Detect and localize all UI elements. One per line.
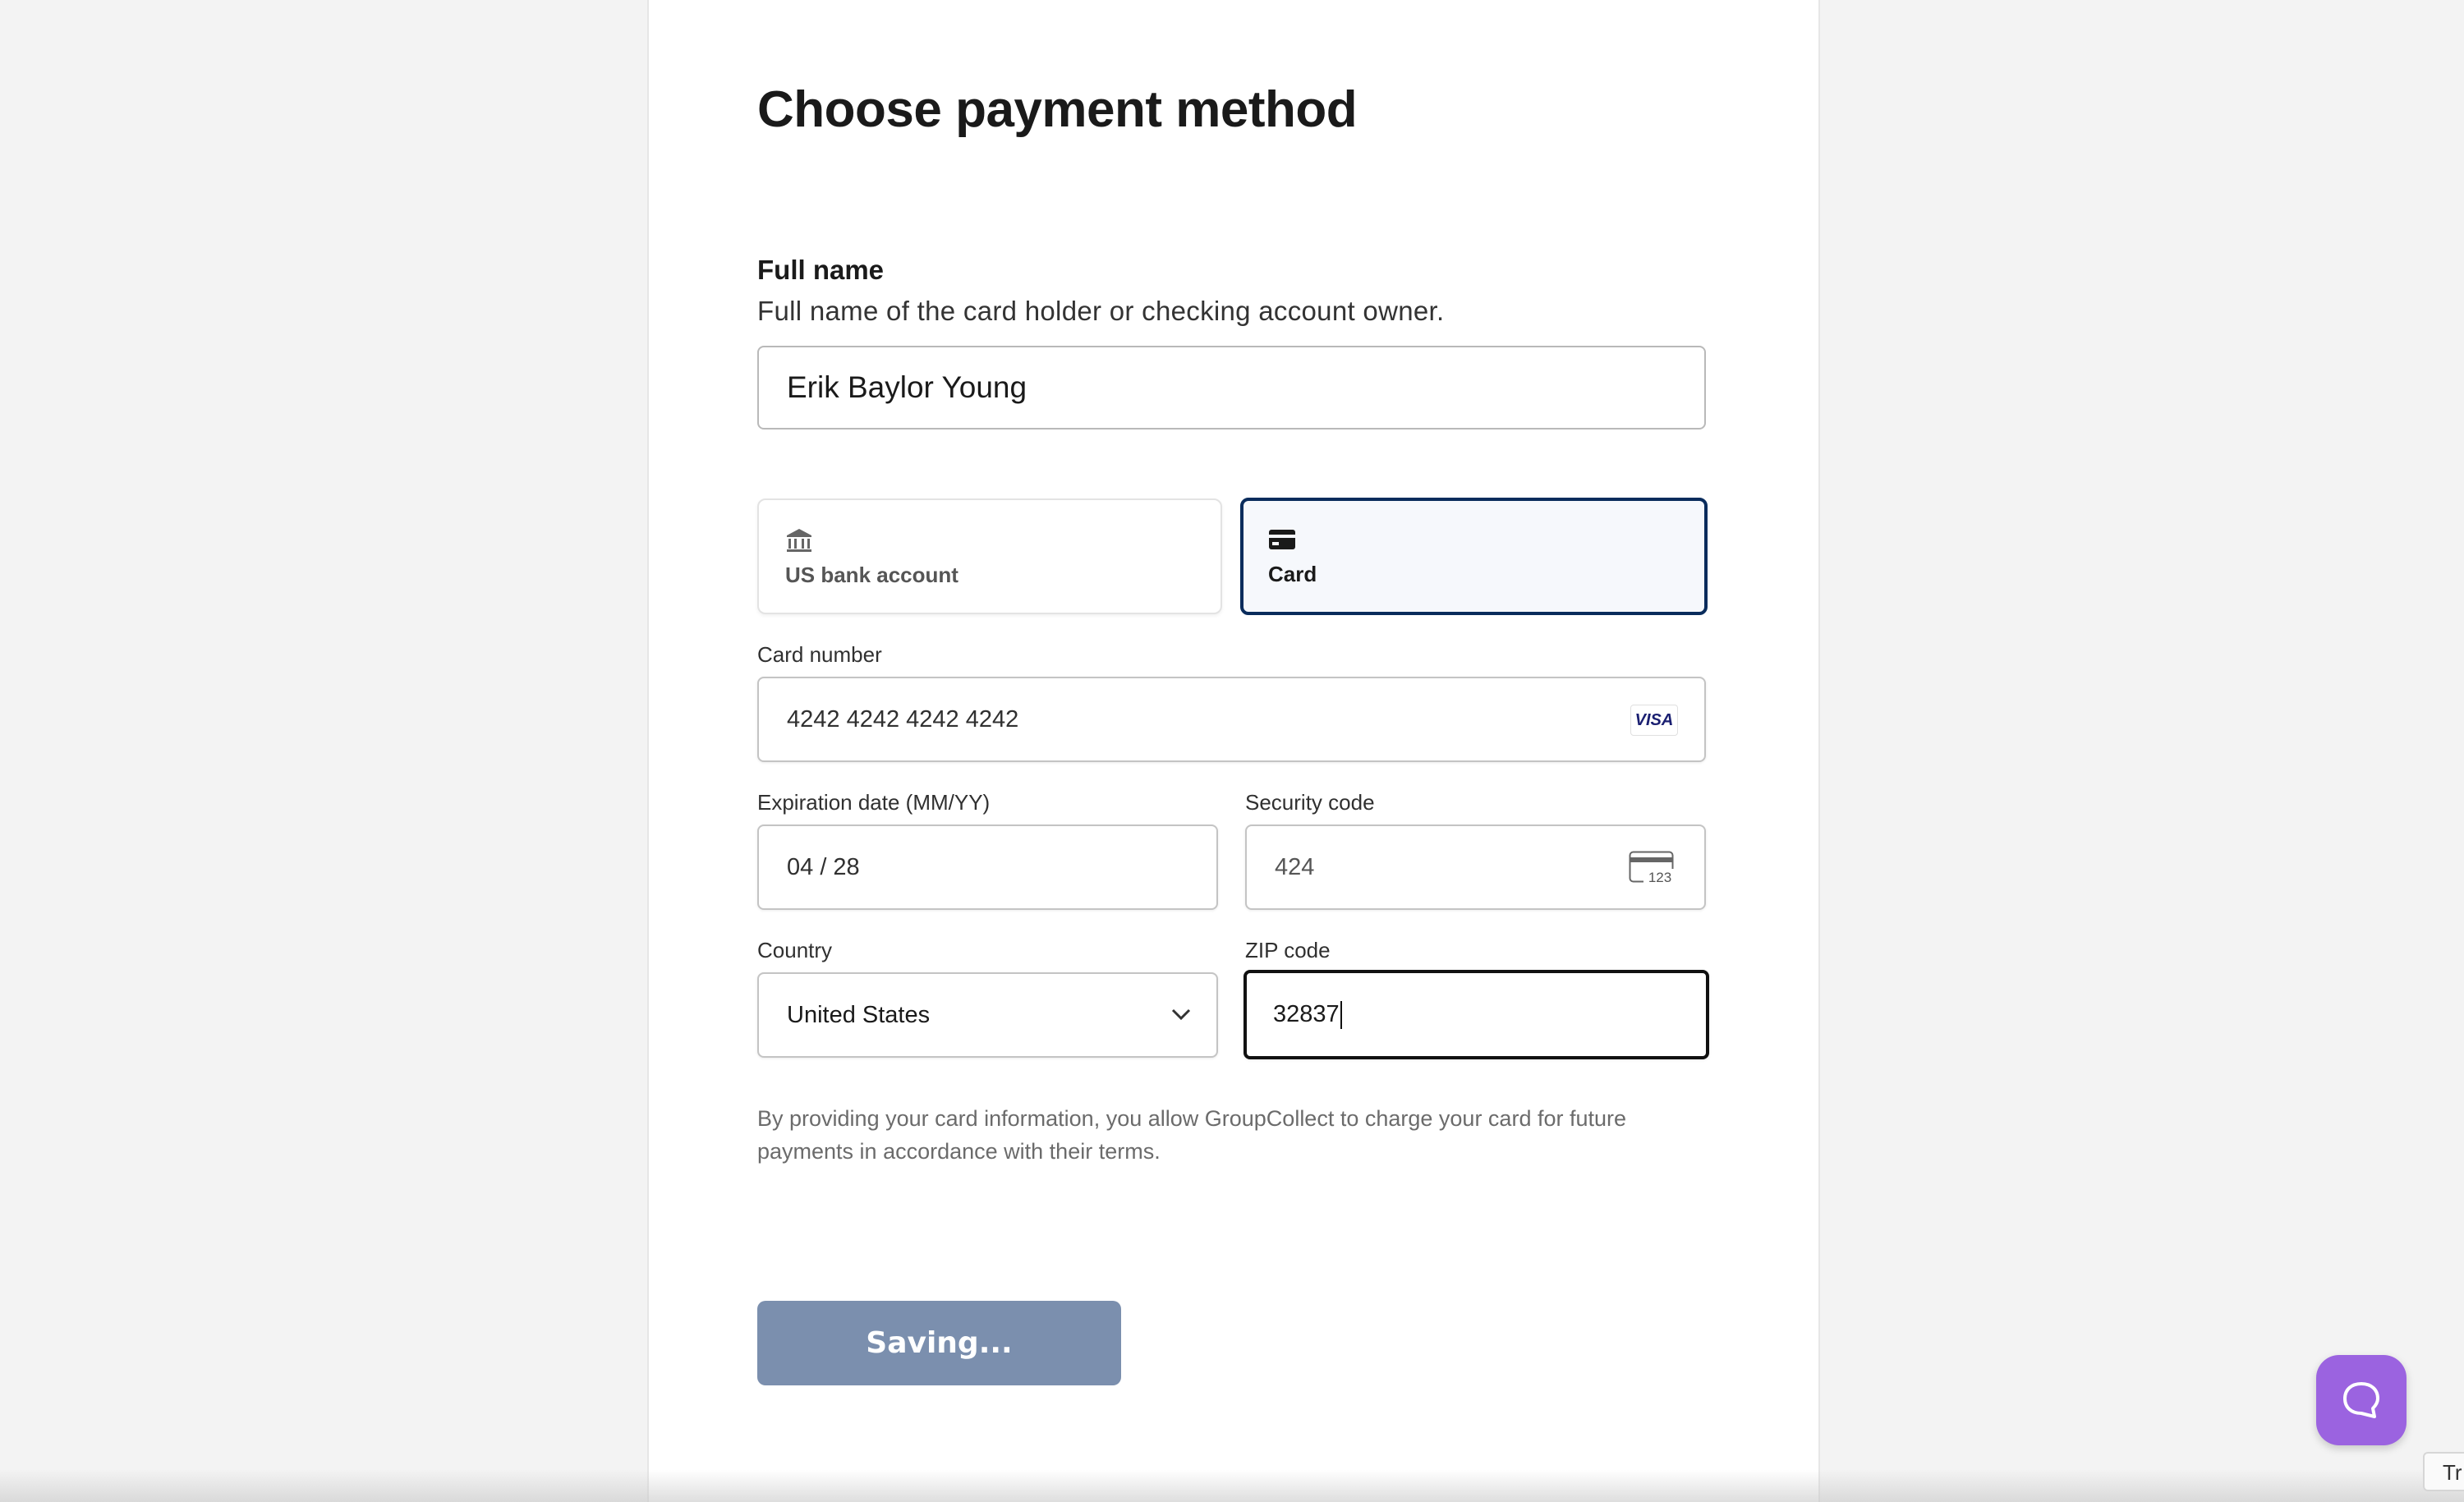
cvc-card-icon: 123 — [1629, 851, 1676, 885]
full-name-input[interactable]: Erik Baylor Young — [757, 346, 1706, 429]
zip-input[interactable]: 32837 — [1243, 970, 1709, 1059]
country-label: Country — [757, 938, 833, 962]
security-code-input[interactable]: 424 123 — [1245, 824, 1706, 910]
tab-us-bank-account[interactable]: US bank account — [757, 498, 1222, 614]
zip-value: 32837 — [1273, 1001, 1340, 1027]
expiry-value: 04 / 28 — [787, 853, 860, 880]
full-name-label: Full name — [757, 255, 885, 285]
country-value: United States — [787, 1001, 931, 1028]
country-select[interactable]: United States — [757, 972, 1218, 1058]
help-chat-button[interactable] — [2316, 1355, 2407, 1445]
chevron-down-icon — [1171, 1008, 1191, 1021]
card-number-value: 4242 4242 4242 4242 — [787, 705, 1019, 733]
security-code-value: 424 — [1275, 853, 1315, 880]
tab-card-label: Card — [1268, 562, 1317, 586]
credit-card-icon — [1269, 530, 1295, 549]
tab-us-bank-account-label: US bank account — [785, 563, 958, 587]
page-title: Choose payment method — [757, 81, 1358, 138]
chat-bubble-icon — [2343, 1382, 2379, 1418]
tab-card[interactable]: Card — [1240, 498, 1708, 615]
zip-label: ZIP code — [1245, 938, 1331, 962]
card-number-input[interactable]: 4242 4242 4242 4242 VISA — [757, 677, 1706, 762]
expiry-label: Expiration date (MM/YY) — [757, 790, 991, 815]
expiry-input[interactable]: 04 / 28 — [757, 824, 1218, 910]
authorization-notice: By providing your card information, you … — [757, 1106, 1627, 1164]
translate-tab[interactable]: Tr — [2423, 1452, 2464, 1491]
bank-icon — [787, 529, 811, 552]
save-button[interactable]: Saving... — [757, 1301, 1121, 1385]
security-code-label: Security code — [1245, 790, 1375, 815]
full-name-value: Erik Baylor Young — [787, 370, 1027, 404]
cvc-icon-text: 123 — [1648, 870, 1671, 885]
card-number-label: Card number — [757, 642, 882, 667]
text-cursor — [1340, 1000, 1342, 1029]
visa-logo-icon: VISA — [1630, 705, 1678, 736]
bottom-shadow — [0, 1470, 2464, 1502]
full-name-help: Full name of the card holder or checking… — [757, 296, 1445, 326]
